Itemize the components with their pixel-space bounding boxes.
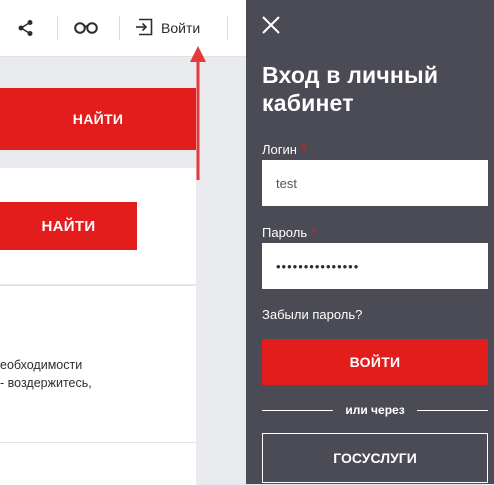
header-login-label: Войти <box>161 20 201 36</box>
search-button[interactable]: НАЙТИ <box>0 88 196 150</box>
divider-line <box>416 409 489 411</box>
forgot-password-link[interactable]: Забыли пароль? <box>262 307 362 322</box>
search-button[interactable]: НАЙТИ <box>0 202 137 250</box>
or-label: или через <box>345 403 405 417</box>
glasses-icon[interactable] <box>72 14 100 42</box>
top-bar: Войти <box>0 0 260 57</box>
password-label-text: Пароль <box>262 225 308 240</box>
login-label-text: Логин <box>262 142 297 157</box>
login-icon <box>135 18 153 39</box>
annotation-arrow-icon <box>190 46 206 180</box>
header-login-link[interactable]: Войти <box>135 14 200 42</box>
content-card <box>0 442 196 485</box>
info-text-line: - воздержитесь, <box>0 376 92 390</box>
login-submit-button[interactable]: ВОЙТИ <box>262 339 488 385</box>
or-divider: или через <box>262 402 489 418</box>
gosuslugi-button[interactable]: ГОСУСЛУГИ <box>262 433 488 483</box>
info-text-line: еобходимости <box>0 358 83 372</box>
login-input[interactable] <box>262 160 488 206</box>
toolbar-separator <box>227 16 228 40</box>
share-icon[interactable] <box>12 14 40 42</box>
password-field-label: Пароль * <box>262 224 317 240</box>
toolbar-separator <box>57 16 58 40</box>
login-field-label: Логин * <box>262 141 306 157</box>
toolbar-separator <box>119 16 120 40</box>
required-mark: * <box>311 224 317 240</box>
required-mark: * <box>300 141 307 157</box>
divider-line <box>262 409 334 411</box>
close-icon[interactable] <box>260 14 282 36</box>
password-input[interactable] <box>262 243 488 289</box>
login-panel: Вход в личный кабинет Логин* Пароль* Заб… <box>246 0 494 484</box>
panel-title: Вход в личный кабинет <box>262 62 439 116</box>
